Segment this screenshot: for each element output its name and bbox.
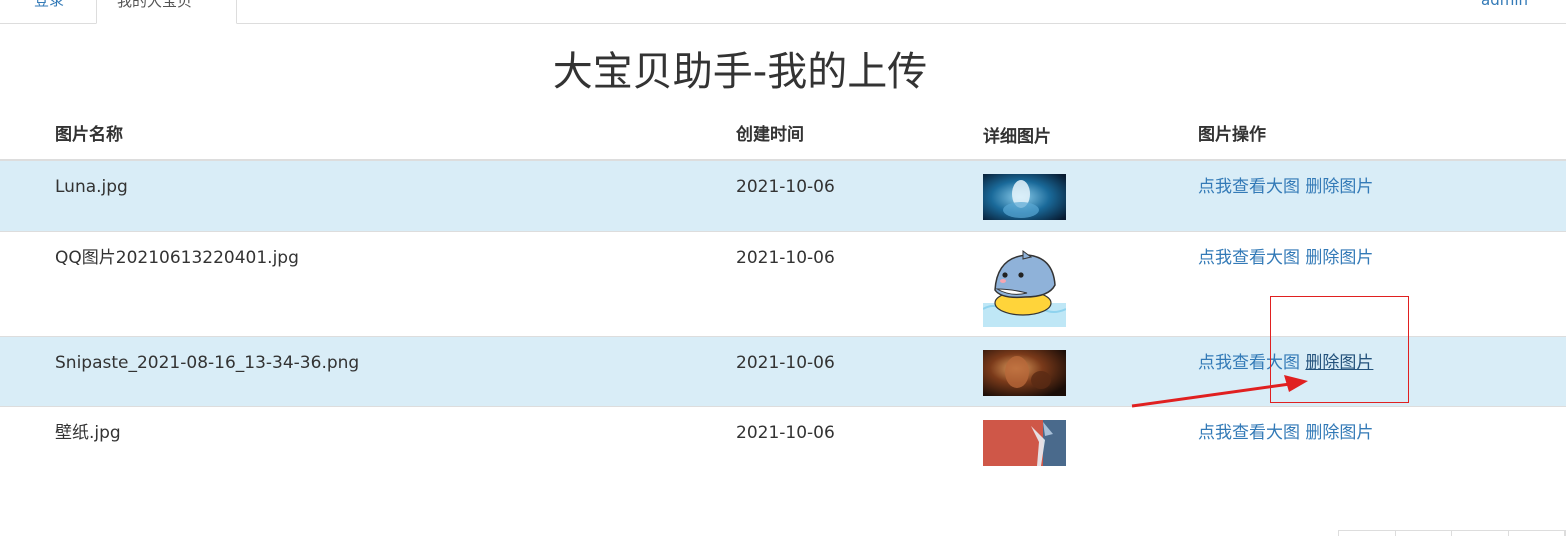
page-button[interactable]	[1339, 531, 1396, 536]
delete-image-link[interactable]: 删除图片	[1305, 248, 1373, 268]
annotation-highlight-box	[1270, 296, 1409, 403]
image-name: Luna.jpg	[55, 177, 128, 197]
view-large-link[interactable]: 点我查看大图	[1198, 177, 1300, 197]
view-large-link[interactable]: 点我查看大图	[1198, 423, 1300, 443]
image-name: QQ图片20210613220401.jpg	[55, 248, 299, 268]
image-name: Snipaste_2021-08-16_13-34-36.png	[55, 353, 360, 373]
header-created-time: 创建时间	[736, 125, 804, 145]
image-name: 壁纸.jpg	[55, 423, 121, 443]
row-actions: 点我查看大图 删除图片	[1198, 175, 1373, 199]
red-blue-wallpaper-thumbnail[interactable]	[983, 420, 1066, 466]
cartoon-shark-duck-thumbnail[interactable]	[983, 245, 1066, 327]
uploads-table: 图片名称 创建时间 详细图片 图片操作 Luna.jpg 2021-10-06 …	[0, 112, 1566, 477]
created-date: 2021-10-06	[736, 177, 835, 197]
table-row: Luna.jpg 2021-10-06 点我查看大图 删除图片	[0, 161, 1566, 232]
table-row: 壁纸.jpg 2021-10-06 点我查看大图 删除图片	[0, 407, 1566, 477]
page-button[interactable]	[1509, 531, 1565, 536]
page-button[interactable]	[1396, 531, 1452, 536]
header-image-name: 图片名称	[55, 125, 123, 145]
page-button[interactable]	[1452, 531, 1509, 536]
image-thumbnail[interactable]	[983, 350, 1066, 396]
pagination	[1338, 530, 1566, 536]
image-thumbnail[interactable]	[983, 174, 1066, 220]
row-actions: 点我查看大图 删除图片	[1198, 421, 1373, 445]
delete-image-link[interactable]: 删除图片	[1305, 423, 1373, 443]
top-nav-tabs: 登录 我的大宝贝 admin	[0, 0, 1566, 24]
created-date: 2021-10-06	[736, 248, 835, 268]
header-image-actions: 图片操作	[1198, 125, 1266, 145]
header-detail-image: 详细图片	[983, 127, 1051, 147]
tab-login[interactable]: 登录	[14, 0, 84, 24]
blue-underwater-figure-thumbnail[interactable]	[983, 174, 1066, 220]
table-header: 图片名称 创建时间 详细图片 图片操作	[0, 112, 1566, 161]
page-title: 大宝贝助手-我的上传	[552, 49, 928, 95]
view-large-link[interactable]: 点我查看大图	[1198, 248, 1300, 268]
image-thumbnail[interactable]	[983, 245, 1066, 327]
image-thumbnail[interactable]	[983, 420, 1066, 466]
tab-my-treasure[interactable]: 我的大宝贝	[96, 0, 237, 24]
user-menu-link[interactable]: admin	[1481, 0, 1528, 14]
delete-image-link[interactable]: 删除图片	[1305, 177, 1373, 197]
created-date: 2021-10-06	[736, 353, 835, 373]
created-date: 2021-10-06	[736, 423, 835, 443]
row-actions: 点我查看大图 删除图片	[1198, 246, 1373, 270]
dark-orange-figure-thumbnail[interactable]	[983, 350, 1066, 396]
